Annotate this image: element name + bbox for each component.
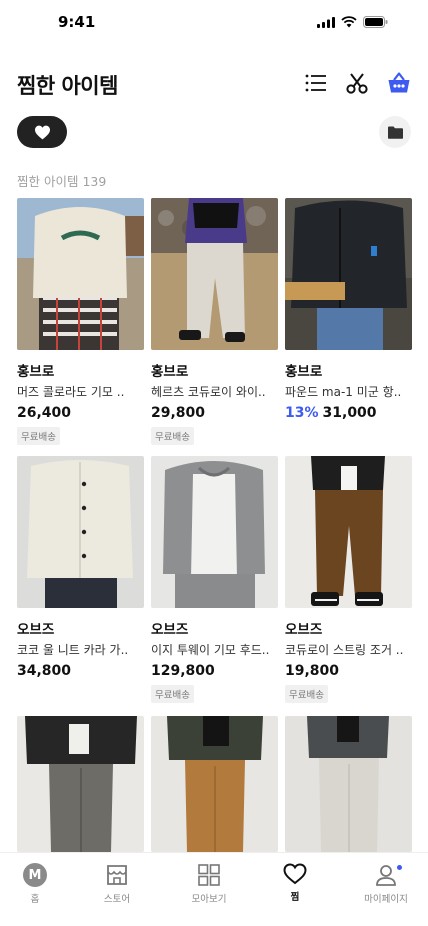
product-price: 26,400 bbox=[17, 405, 72, 421]
product-brand: 홍브로 bbox=[17, 364, 55, 380]
product-price: 34,800 bbox=[17, 663, 72, 679]
wifi-icon bbox=[341, 16, 357, 28]
page-title: 찜한 아이템 bbox=[17, 74, 118, 98]
product-name: 이지 투웨이 기모 후드.. bbox=[151, 643, 270, 657]
cart-button[interactable] bbox=[386, 70, 412, 96]
tab-browse-label: 모아보기 bbox=[191, 894, 227, 905]
product-image[interactable] bbox=[17, 716, 144, 852]
product-image[interactable] bbox=[17, 456, 144, 608]
product-brand: 오브즈 bbox=[17, 622, 55, 638]
product-image[interactable] bbox=[285, 198, 412, 350]
product-card[interactable]: 오브즈 코듀로이 스트링 조거 .. 19,800 무료배송 bbox=[285, 456, 412, 703]
product-price: 31,000 bbox=[322, 405, 377, 421]
product-price-row: 26,400 bbox=[17, 405, 144, 421]
product-card[interactable]: 홍브로 헤르츠 코듀로이 와이.. 29,800 무료배송 bbox=[151, 198, 278, 445]
product-card[interactable] bbox=[17, 716, 144, 852]
header: 찜한 아이템 bbox=[0, 62, 428, 104]
list-icon bbox=[305, 74, 326, 92]
discount-rate: 13% bbox=[285, 405, 319, 421]
product-image[interactable] bbox=[285, 716, 412, 852]
filter-row bbox=[0, 116, 428, 150]
tab-mypage[interactable]: 마이페이지 bbox=[346, 863, 426, 905]
tab-likes[interactable]: 찜 bbox=[255, 863, 335, 903]
product-price: 129,800 bbox=[151, 663, 215, 679]
free-shipping-badge: 무료배송 bbox=[17, 427, 60, 445]
product-name: 코코 울 니트 카라 가.. bbox=[17, 643, 129, 657]
product-name: 코듀로이 스트링 조거 .. bbox=[285, 643, 404, 657]
product-card[interactable]: 오브즈 이지 투웨이 기모 후드.. 129,800 무료배송 bbox=[151, 456, 278, 703]
store-icon bbox=[107, 865, 127, 885]
product-brand: 홍브로 bbox=[285, 364, 323, 380]
product-image[interactable] bbox=[285, 456, 412, 608]
user-icon bbox=[376, 865, 396, 886]
product-price-row: 129,800 bbox=[151, 663, 278, 679]
liked-count-label: 찜한 아이템 139 bbox=[17, 174, 107, 189]
product-price-row: 13% 31,000 bbox=[285, 405, 412, 421]
basket-icon bbox=[388, 72, 410, 93]
edit-button[interactable] bbox=[344, 70, 370, 96]
status-bar: 9:41 bbox=[0, 0, 428, 46]
product-image[interactable] bbox=[151, 198, 278, 350]
status-time: 9:41 bbox=[58, 13, 96, 31]
avatar: M bbox=[23, 863, 47, 887]
free-shipping-badge: 무료배송 bbox=[285, 685, 328, 703]
product-price-row: 19,800 bbox=[285, 663, 412, 679]
grid-icon bbox=[198, 864, 220, 886]
product-price: 29,800 bbox=[151, 405, 206, 421]
free-shipping-badge: 무료배송 bbox=[151, 427, 194, 445]
notification-dot bbox=[397, 865, 402, 870]
product-image[interactable] bbox=[17, 198, 144, 350]
product-card[interactable]: 홍브로 머즈 콜로라도 기모 .. 26,400 무료배송 bbox=[17, 198, 144, 445]
heart-icon bbox=[34, 125, 50, 139]
tab-store-label: 스토어 bbox=[103, 894, 131, 905]
folder-button[interactable] bbox=[379, 116, 411, 148]
tab-browse[interactable]: 모아보기 bbox=[169, 863, 249, 905]
product-brand: 홍브로 bbox=[151, 364, 189, 380]
product-image[interactable] bbox=[151, 716, 278, 852]
product-name: 머즈 콜로라도 기모 .. bbox=[17, 385, 125, 399]
product-card[interactable] bbox=[285, 716, 412, 852]
tab-home[interactable]: M 홈 bbox=[0, 863, 75, 905]
product-card[interactable]: 오브즈 코코 울 니트 카라 가.. 34,800 bbox=[17, 456, 144, 679]
product-price-row: 34,800 bbox=[17, 663, 144, 679]
scissors-icon bbox=[346, 73, 368, 94]
tab-store[interactable]: 스토어 bbox=[77, 863, 157, 905]
tab-mypage-label: 마이페이지 bbox=[364, 894, 408, 905]
product-name: 파운드 ma-1 미군 항.. bbox=[285, 385, 402, 399]
signal-icon bbox=[317, 16, 335, 28]
battery-icon bbox=[363, 16, 388, 28]
tab-likes-label: 찜 bbox=[290, 892, 300, 903]
list-view-button[interactable] bbox=[303, 70, 329, 96]
heart-icon bbox=[283, 863, 307, 885]
product-brand: 오브즈 bbox=[151, 622, 189, 638]
bottom-tab-bar: M 홈 스토어 모아보기 찜 마이페이지 bbox=[0, 852, 428, 926]
tab-home-label: 홈 bbox=[30, 894, 40, 905]
product-name: 헤르츠 코듀로이 와이.. bbox=[151, 385, 266, 399]
product-price-row: 29,800 bbox=[151, 405, 278, 421]
folder-icon bbox=[387, 126, 403, 139]
product-card[interactable] bbox=[151, 716, 278, 852]
product-brand: 오브즈 bbox=[285, 622, 323, 638]
product-card[interactable]: 홍브로 파운드 ma-1 미군 항.. 13% 31,000 bbox=[285, 198, 412, 421]
free-shipping-badge: 무료배송 bbox=[151, 685, 194, 703]
liked-filter-chip[interactable] bbox=[17, 116, 67, 148]
status-icons bbox=[317, 16, 388, 28]
product-image[interactable] bbox=[151, 456, 278, 608]
product-price: 19,800 bbox=[285, 663, 340, 679]
